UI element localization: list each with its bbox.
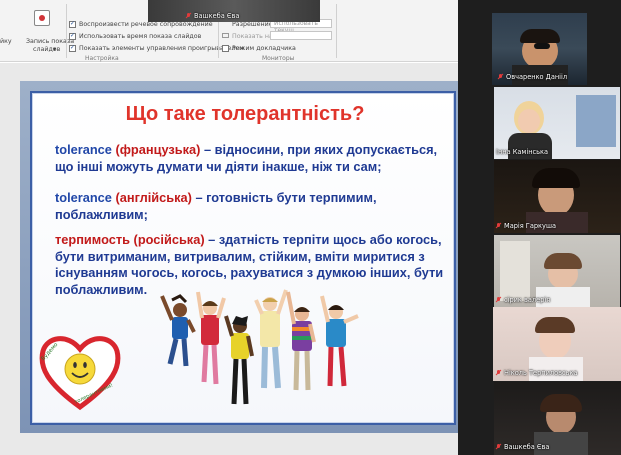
muted-mic-icon: [496, 370, 501, 376]
powerpoint-window: йку Запись показа слайдов ▾ ✓ Воспроизве…: [0, 0, 458, 455]
participant-name: Вашкеба Єва: [186, 12, 239, 20]
slide-title: Що таке толерантність?: [125, 103, 365, 125]
record-slideshow-button[interactable]: Запись показа слайдов ▾: [22, 8, 74, 54]
group-label-setup: Настройка: [85, 55, 119, 62]
child-figure-2: [196, 291, 226, 385]
muted-mic-icon: [496, 444, 501, 450]
show-on-label: Показать на:: [232, 33, 275, 40]
media-controls-label: Показать элементы управления проигрывате…: [79, 45, 244, 52]
keyword-tolerance-en: tolerance: [55, 190, 112, 205]
record-icon: [34, 10, 50, 26]
record-button-label-line2: слайдов: [33, 46, 61, 53]
show-on-dropdown[interactable]: [270, 31, 332, 40]
muted-mic-icon: [496, 297, 501, 303]
muted-mic-icon: [498, 74, 503, 80]
timings-check[interactable]: ✓: [69, 33, 76, 40]
narration-label: Воспроизвести речевое сопровождение: [79, 21, 213, 28]
child-figure-6: [320, 295, 359, 387]
child-figure-3: [224, 315, 254, 405]
permission-label: Разрешение:: [232, 21, 275, 28]
monitor-icon: [222, 33, 229, 38]
child-figure-1: [160, 294, 196, 367]
media-controls-check[interactable]: ✓: [69, 45, 76, 52]
participant-name-6: Вашкеба Єва: [496, 443, 549, 454]
muted-mic-icon: [186, 13, 191, 19]
child-figure-4: [254, 289, 288, 389]
children-illustration: [158, 286, 372, 418]
lang-french: (французька): [111, 142, 201, 157]
child-figure-5: [286, 291, 316, 391]
video-tile-top[interactable]: Вашкеба Єва: [148, 0, 320, 22]
definition-english: tolerance (англійська) – готовність бути…: [55, 190, 450, 223]
lang-russian: (російська): [130, 232, 205, 247]
muted-mic-icon: [496, 223, 501, 229]
chevron-down-icon: ▾: [53, 46, 57, 53]
ribbon-partial-button-label[interactable]: йку: [0, 38, 12, 45]
keyword-tolerance-fr: tolerance: [55, 142, 112, 157]
presenter-view-check[interactable]: [222, 45, 229, 52]
timings-label: Использовать время показа слайдов: [79, 33, 202, 40]
slide[interactable]: Що таке толерантність? tolerance (францу…: [20, 81, 458, 433]
smiley-heart-logo: Будемо толерантними!: [37, 331, 123, 413]
group-label-monitors: Мониторы: [262, 55, 295, 62]
definition-french: tolerance (французька) – відносини, при …: [55, 142, 450, 175]
participants-panel: Овчаренко Данііл Інна Камінська Марія Га…: [458, 0, 621, 455]
presenter-view-label: Режим докладчика: [232, 45, 296, 52]
slide-content: Що таке толерантність? tolerance (францу…: [30, 91, 456, 425]
lang-english: (англійська): [111, 190, 192, 205]
keyword-terpimost: терпимость: [55, 232, 130, 247]
narration-check[interactable]: ✓: [69, 21, 76, 28]
